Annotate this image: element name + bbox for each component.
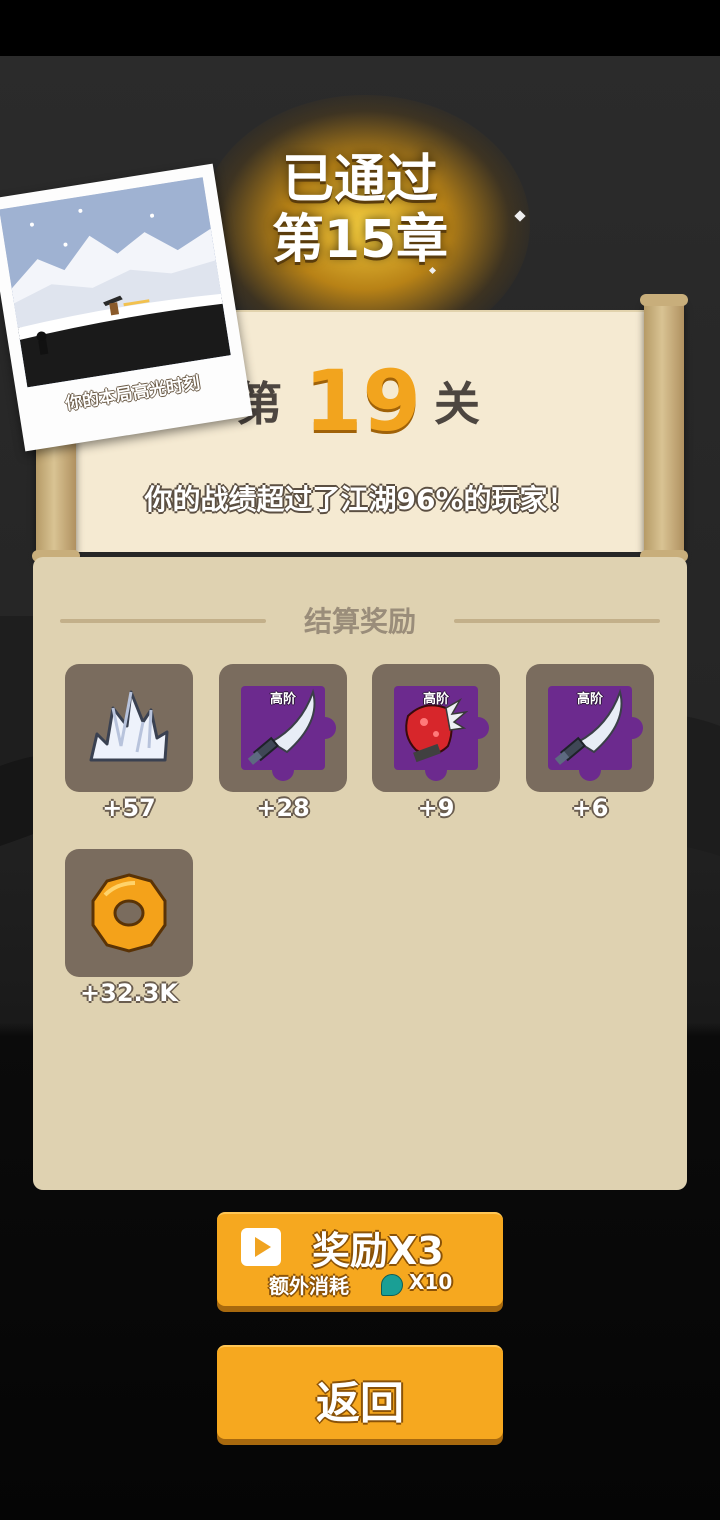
chapter-text: 第15章 [271,210,449,270]
reward-count: +57 [102,794,156,822]
reward-slot-coin[interactable] [65,849,193,977]
status-bar [0,0,720,56]
reward-count: +32.3K [80,979,178,1007]
reward-x3-button[interactable]: 奖励X3 额外消耗 X10 [217,1212,503,1306]
copper-coin-icon [87,871,171,955]
rewards-title: 结算奖励 [303,605,416,638]
reward-slot-gauntlet-fragment[interactable]: 高阶 [372,664,500,792]
spiked-gauntlet-fragment-icon: 高阶 [394,686,489,781]
saber-fragment-icon: 高阶 [548,686,643,781]
highlight-photo[interactable]: 你的本局高光时刻 [0,163,253,452]
reward-slot-crystal[interactable] [65,664,193,792]
scroll-rod-right [640,294,688,562]
back-button[interactable]: 返回 [217,1345,503,1439]
divider-left [60,619,266,623]
ice-crystal-icon [87,686,171,770]
level-number: 19 [304,352,421,450]
level-suffix: 关 [434,377,480,431]
reward-count: +6 [571,794,609,822]
reward-slot-saber-fragment[interactable]: 高阶 [219,664,347,792]
video-play-icon [241,1228,281,1266]
reward-count: +28 [256,794,310,822]
chapter-result: 已通过 第15章 [200,150,520,270]
extra-cost-label: 额外消耗 [269,1274,349,1298]
tier-label: 高阶 [269,692,296,707]
reward-count: +9 [417,794,455,822]
back-label: 返回 [316,1378,404,1429]
reward-slot-saber-fragment[interactable]: 高阶 [526,664,654,792]
extra-cost-amount: X10 [409,1270,453,1294]
reward-x3-label: 奖励X3 [312,1229,444,1273]
passed-text: 已通过 [281,150,438,210]
rank-text: 你的战绩超过了江湖96%的玩家！ [144,483,576,516]
highlight-snapshot [0,177,231,388]
tier-label: 高阶 [576,692,603,707]
divider-right [454,619,660,623]
jade-gem-icon [381,1274,403,1296]
saber-fragment-icon: 高阶 [241,686,336,781]
tier-label: 高阶 [422,692,449,707]
